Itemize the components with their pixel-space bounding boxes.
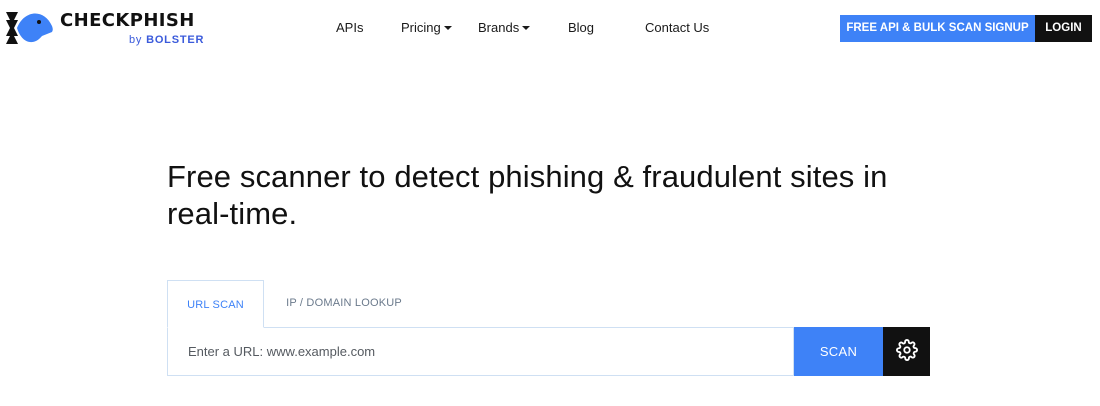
nav-item-apis[interactable]: APIs — [336, 20, 363, 36]
nav-item-pricing[interactable]: Pricing — [401, 20, 452, 36]
tab-ip-domain-lookup[interactable]: IP / DOMAIN LOOKUP — [264, 280, 424, 326]
url-input[interactable] — [167, 327, 794, 376]
brand-sub-prefix: by — [129, 34, 147, 46]
brand-sub-name: BOLSTER — [146, 34, 205, 46]
nav-item-label: APIs — [336, 20, 364, 35]
brand-name: CHECKPHISH — [60, 10, 195, 31]
caret-down-icon — [522, 25, 531, 30]
signup-button[interactable]: FREE API & BULK SCAN SIGNUP — [840, 15, 1035, 42]
nav-item-label: Pricing — [401, 20, 441, 35]
nav-item-label: Brands — [478, 20, 520, 35]
scan-button[interactable]: SCAN — [794, 327, 883, 376]
login-button[interactable]: LOGIN — [1035, 15, 1092, 42]
hero-title: Free scanner to detect phishing & fraudu… — [167, 159, 888, 231]
site-header: CHECKPHISH by BOLSTER APIs Pricing Brand… — [0, 0, 1100, 58]
nav-item-contact-us[interactable]: Contact Us — [645, 20, 709, 36]
tab-label: IP / DOMAIN LOOKUP — [286, 297, 402, 309]
logo-link[interactable]: CHECKPHISH by BOLSTER — [4, 6, 203, 50]
nav-item-brands[interactable]: Brands — [478, 20, 531, 36]
nav-item-blog[interactable]: Blog — [568, 20, 594, 36]
scan-form: SCAN — [167, 327, 930, 376]
nav-item-label: Contact Us — [645, 20, 710, 35]
nav-item-label: Blog — [568, 20, 595, 35]
logo-text: CHECKPHISH by BOLSTER — [60, 11, 220, 47]
brand-sub: by BOLSTER — [60, 34, 220, 47]
caret-down-icon — [443, 25, 452, 30]
tab-label: URL SCAN — [187, 299, 244, 311]
tab-url-scan[interactable]: URL SCAN — [167, 280, 264, 328]
gear-icon — [895, 339, 918, 364]
settings-button[interactable] — [883, 327, 930, 376]
fish-logo-icon — [4, 6, 54, 50]
